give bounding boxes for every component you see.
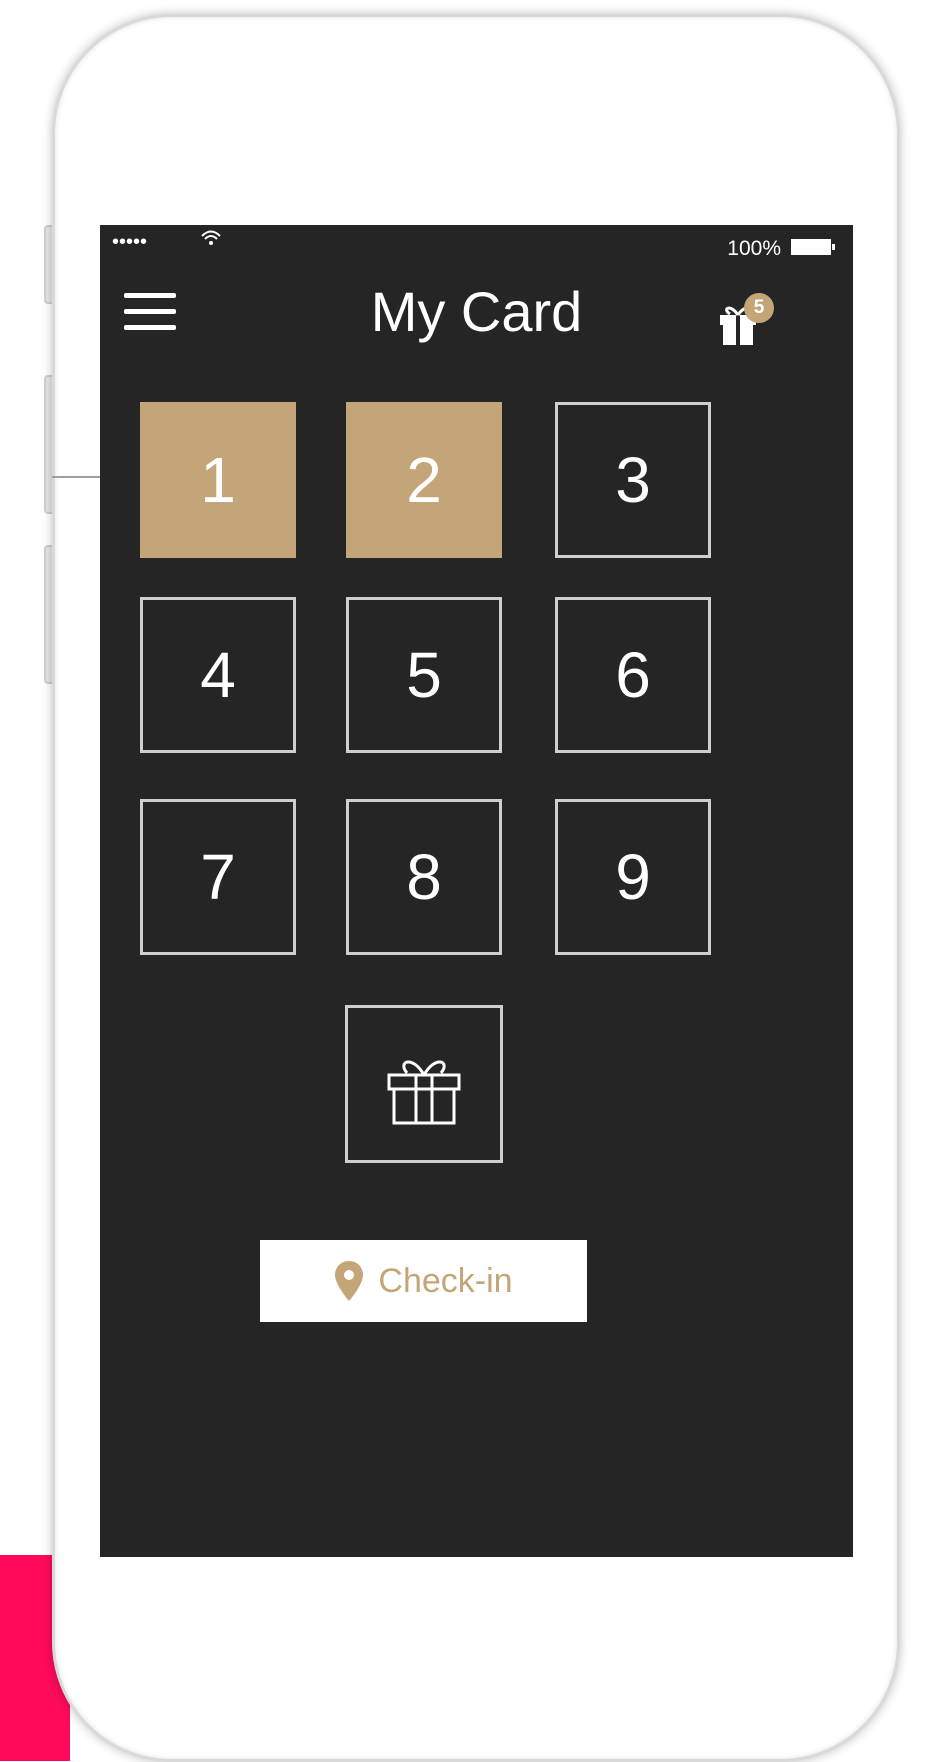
battery-percentage: 100% (727, 237, 781, 260)
stamp-cell-6: 6 (555, 597, 711, 753)
map-pin-icon (335, 1261, 364, 1301)
battery-icon (791, 239, 835, 255)
stamp-cell-3: 3 (555, 402, 711, 558)
check-in-button[interactable]: Check-in (260, 1240, 587, 1322)
stamp-cell-9: 9 (555, 799, 711, 955)
wifi-icon (201, 230, 221, 245)
signal-strength: ••••• (112, 231, 148, 253)
stamp-cell-1: 1 (140, 402, 296, 558)
app-screen: ••••• 100% My Card 5 1 2 3 4 5 6 7 8 9 C… (100, 225, 853, 1557)
stamp-cell-5: 5 (346, 597, 502, 753)
gift-icon (387, 1060, 461, 1125)
check-in-label: Check-in (378, 1261, 513, 1300)
stamp-cell-7: 7 (140, 799, 296, 955)
reward-cell[interactable] (345, 1005, 503, 1163)
stamp-cell-4: 4 (140, 597, 296, 753)
status-bar: ••••• 100% (100, 225, 853, 265)
app-header: My Card 5 (100, 265, 853, 345)
reward-count-badge: 5 (744, 293, 774, 323)
stamp-cell-2: 2 (346, 402, 502, 558)
stamp-cell-8: 8 (346, 799, 502, 955)
